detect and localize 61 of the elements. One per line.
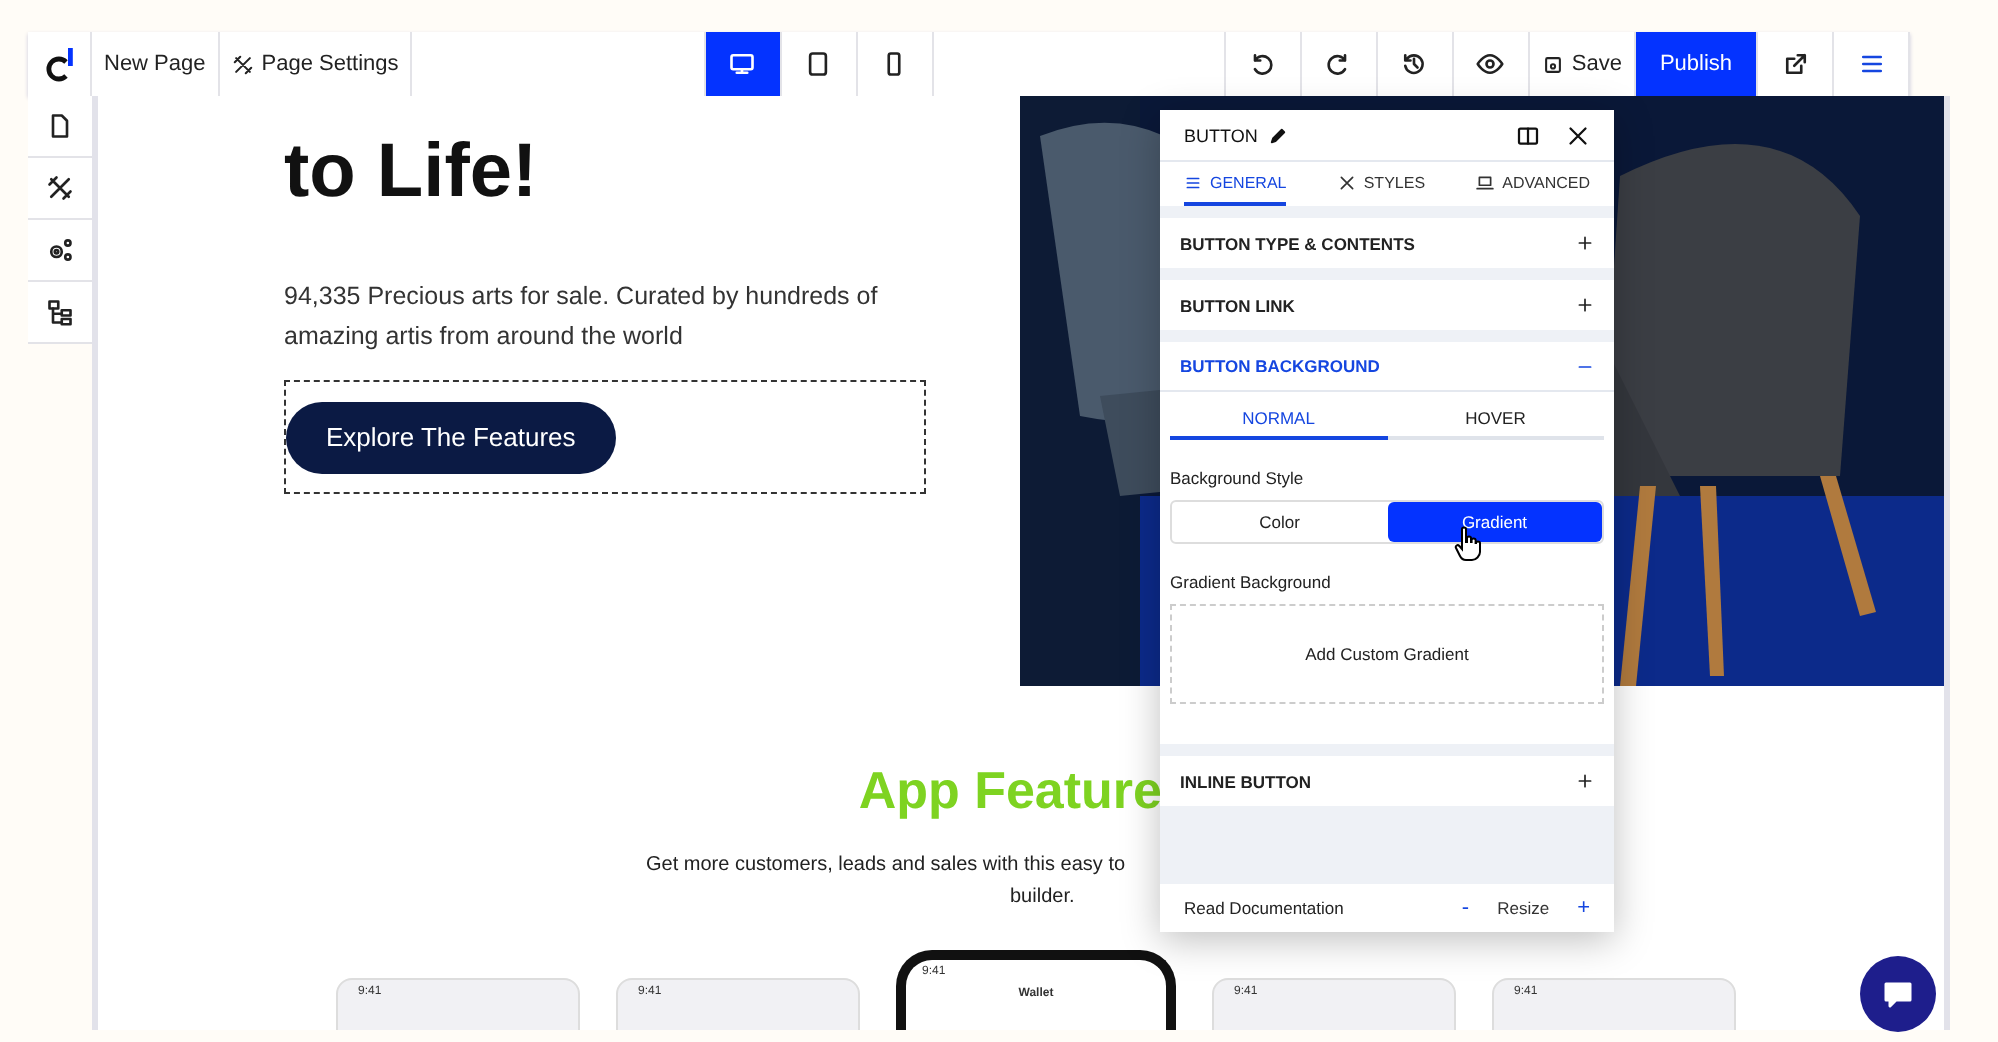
open-external-button[interactable] xyxy=(1758,32,1834,96)
hand-cursor-icon xyxy=(1454,526,1482,562)
logo-icon[interactable] xyxy=(28,32,92,96)
grow-button[interactable]: + xyxy=(1577,896,1590,920)
page-name-button[interactable]: New Page xyxy=(92,32,220,96)
device-button[interactable] xyxy=(781,32,858,96)
close-button[interactable] xyxy=(1566,123,1590,147)
history-icon xyxy=(1400,50,1429,78)
tools-icon xyxy=(231,53,254,75)
expand-icon xyxy=(1576,296,1594,314)
field-label: Background Style xyxy=(1170,468,1306,488)
add-gradient-button[interactable]: Add Custom Gradient xyxy=(1170,604,1604,704)
preview-button[interactable] xyxy=(1453,32,1530,96)
split-view-button[interactable] xyxy=(1516,123,1540,147)
tablet-icon xyxy=(804,50,833,78)
explore-button[interactable]: Explore The Features xyxy=(286,401,616,473)
publish-button[interactable]: Publish xyxy=(1636,32,1758,96)
redo-button[interactable] xyxy=(1301,32,1378,96)
page-settings-button[interactable]: Page Settings xyxy=(219,32,413,96)
menu-button[interactable] xyxy=(1834,32,1910,96)
features-subtitle: Get more customers, leads and sales with this easy to xyxy=(646,852,1126,880)
hero-heading: to Life! xyxy=(284,132,540,212)
list-icon xyxy=(1184,173,1202,191)
tools-icon xyxy=(1337,173,1356,191)
state-tab[interactable]: NORMAL xyxy=(1170,400,1387,440)
documentation-link[interactable]: Read Documentation xyxy=(1184,898,1344,918)
hero-text: 94,335 Precious arts for sale. Curated by hundreds of amazing artis from around the world xyxy=(284,280,880,354)
panel-tab[interactable]: GENERAL xyxy=(1184,162,1287,206)
settings-icon xyxy=(46,236,74,264)
panel-tab[interactable]: STYLES xyxy=(1337,162,1426,206)
rename-button[interactable] xyxy=(1267,125,1288,145)
device-button[interactable] xyxy=(705,32,782,96)
device-button[interactable] xyxy=(857,32,934,96)
chat-icon xyxy=(1882,978,1914,1010)
features-heading: App Feature xyxy=(858,758,1162,822)
eye-icon xyxy=(1476,50,1505,78)
external-link-icon xyxy=(1781,50,1809,78)
field-label: Gradient Background xyxy=(1170,572,1333,592)
style-option[interactable]: Gradient xyxy=(1387,502,1602,542)
menu-icon xyxy=(1857,50,1885,78)
expand-icon xyxy=(1576,772,1594,790)
undo-icon xyxy=(1248,50,1277,78)
laptop-icon xyxy=(1476,173,1495,191)
save-icon xyxy=(1541,53,1564,75)
resize-label: Resize xyxy=(1497,898,1550,918)
state-tab[interactable]: HOVER xyxy=(1387,400,1604,440)
page-icon xyxy=(46,112,74,140)
undo-button[interactable] xyxy=(1225,32,1302,96)
save-button[interactable]: Save xyxy=(1529,32,1636,96)
desktop-icon xyxy=(728,50,757,78)
features-subtitle: builder. xyxy=(1010,884,1075,912)
expand-icon xyxy=(1576,234,1594,252)
history-button[interactable] xyxy=(1377,32,1454,96)
panel-title: BUTTON xyxy=(1184,125,1258,145)
shrink-button[interactable]: - xyxy=(1461,896,1470,920)
panel-tab[interactable]: ADVANCED xyxy=(1476,162,1590,206)
close-icon xyxy=(1566,123,1590,147)
columns-icon xyxy=(1516,123,1540,147)
pencil-icon xyxy=(1267,125,1288,145)
tools-icon xyxy=(46,174,74,202)
tree-icon xyxy=(46,298,74,326)
